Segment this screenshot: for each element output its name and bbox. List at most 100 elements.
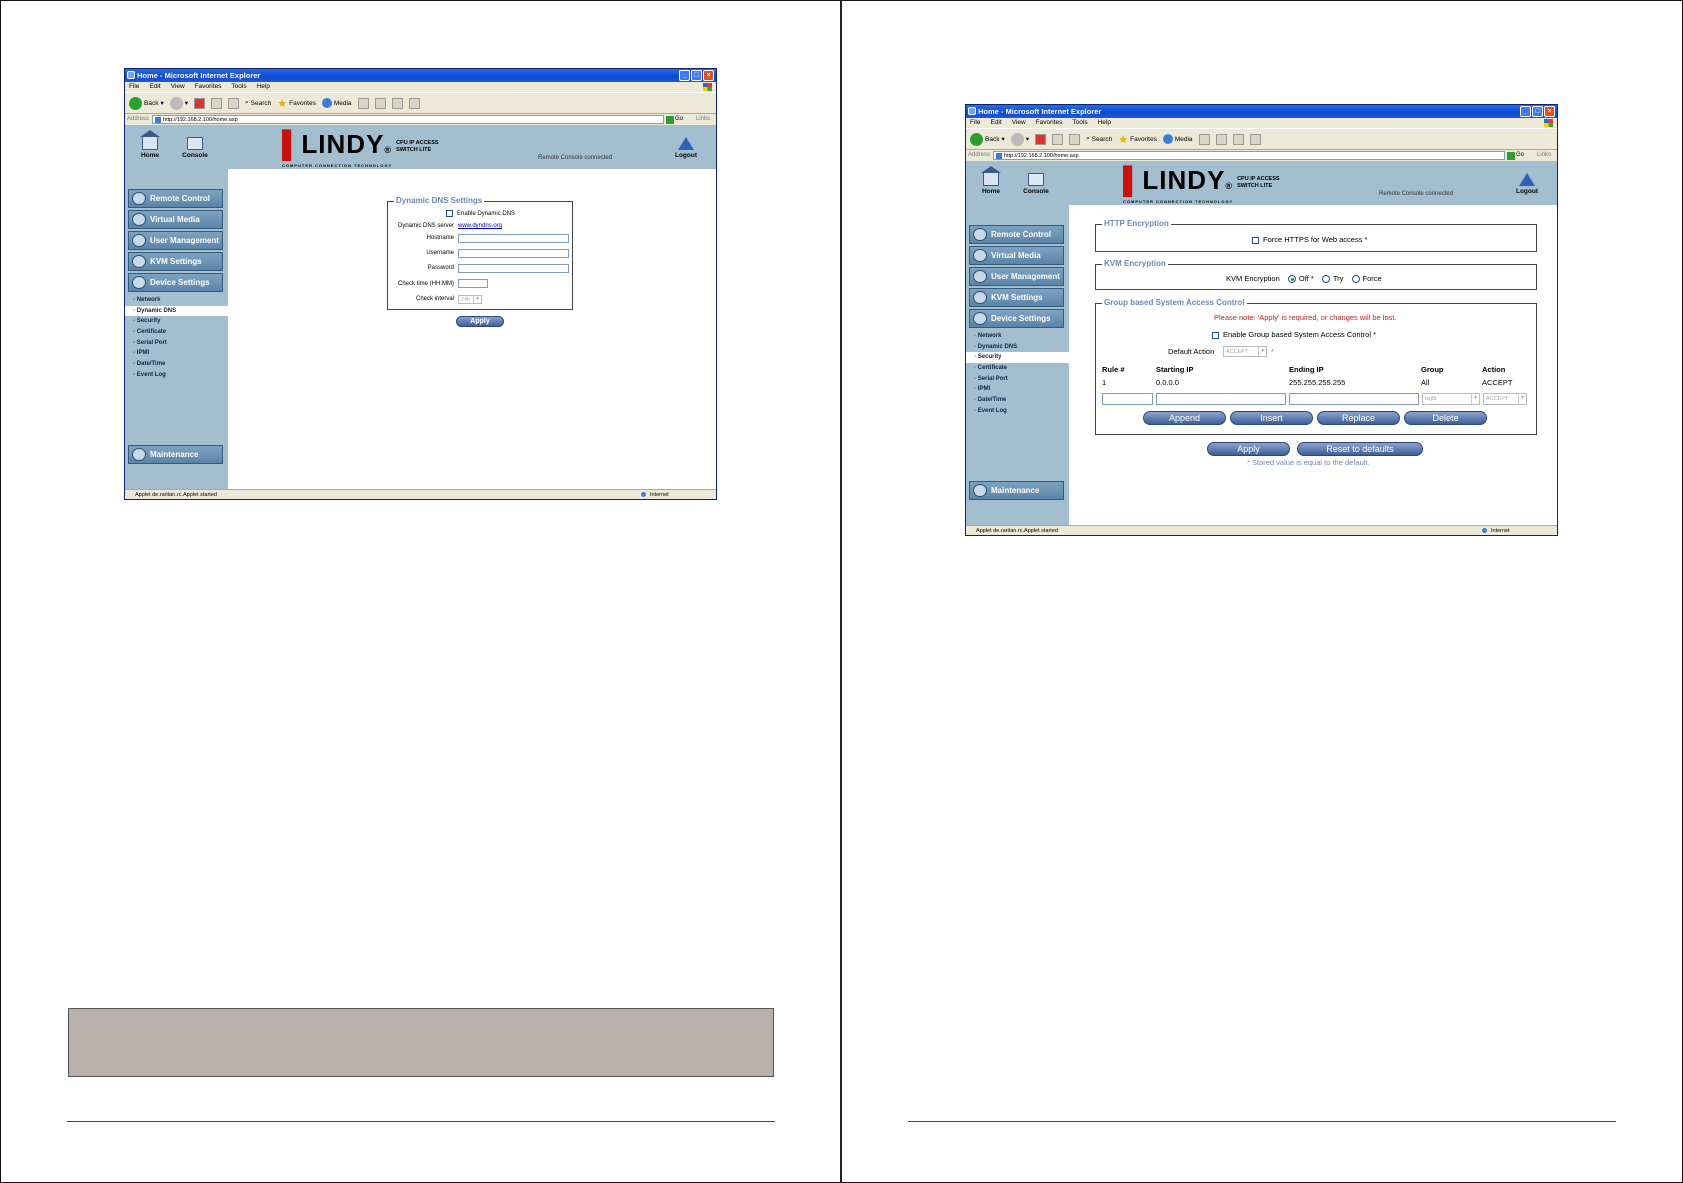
- address-input[interactable]: http://192.168.2.100/home.asp: [993, 151, 1505, 160]
- new-starting-ip-input[interactable]: [1156, 393, 1286, 405]
- stop-icon[interactable]: [1034, 133, 1046, 145]
- new-ending-ip-input[interactable]: [1289, 393, 1419, 405]
- kvm-settings-button[interactable]: KVM Settings: [128, 252, 223, 271]
- stop-icon[interactable]: [193, 97, 205, 109]
- sidebar-item-ipmi[interactable]: IPMI: [966, 384, 1069, 395]
- minimize-button[interactable]: _: [1520, 106, 1531, 117]
- sidebar-item-event-log[interactable]: Event Log: [125, 370, 228, 381]
- maximize-button[interactable]: □: [691, 70, 702, 81]
- back-button[interactable]: Back ▾: [970, 132, 1005, 146]
- sidebar-item-date-time[interactable]: Date/Time: [966, 395, 1069, 406]
- new-group-select[interactable]: lxgfb: [1422, 393, 1480, 405]
- insert-button[interactable]: Insert: [1230, 411, 1313, 425]
- print-icon[interactable]: [1232, 133, 1244, 145]
- links-button[interactable]: Links: [688, 114, 716, 125]
- history-icon[interactable]: [1198, 133, 1210, 145]
- check-interval-select[interactable]: 24h: [458, 295, 482, 304]
- menu-view[interactable]: View: [171, 82, 185, 92]
- edit-icon[interactable]: [1249, 133, 1261, 145]
- kvm-off-radio[interactable]: [1287, 275, 1296, 284]
- minimize-button[interactable]: _: [679, 70, 690, 81]
- home-icon[interactable]: [1068, 133, 1080, 145]
- sidebar-item-security[interactable]: Security: [125, 316, 228, 327]
- home-nav[interactable]: Home: [137, 130, 163, 159]
- search-button[interactable]: ⌕ Search: [1086, 135, 1112, 143]
- enable-gbsac-checkbox[interactable]: [1212, 331, 1219, 339]
- new-rule-input[interactable]: [1102, 393, 1153, 405]
- kvm-try-radio[interactable]: [1321, 275, 1330, 284]
- menu-file[interactable]: File: [970, 118, 980, 128]
- virtual-media-button[interactable]: Virtual Media: [969, 246, 1064, 265]
- go-button[interactable]: Go: [1505, 150, 1529, 161]
- hostname-input[interactable]: [458, 234, 569, 243]
- sidebar-item-serial-port[interactable]: Serial Port: [966, 374, 1069, 385]
- append-button[interactable]: Append: [1143, 411, 1226, 425]
- favorites-button[interactable]: ★ Favorites: [277, 97, 316, 110]
- forward-button[interactable]: ▾: [169, 96, 188, 110]
- apply-button[interactable]: Apply: [1207, 442, 1290, 456]
- menu-edit[interactable]: Edit: [990, 118, 1001, 128]
- default-action-select[interactable]: ACCEPT: [1223, 346, 1267, 357]
- menu-edit[interactable]: Edit: [149, 82, 160, 92]
- sidebar-item-dynamic-dns[interactable]: Dynamic DNS: [125, 305, 228, 317]
- media-button[interactable]: Media: [321, 98, 352, 108]
- home-icon[interactable]: [227, 97, 239, 109]
- kvm-settings-button[interactable]: KVM Settings: [969, 288, 1064, 307]
- maintenance-button[interactable]: Maintenance: [128, 445, 223, 464]
- apply-button[interactable]: Apply: [456, 316, 504, 327]
- menu-favorites[interactable]: Favorites: [195, 82, 222, 92]
- menu-tools[interactable]: Tools: [1072, 118, 1087, 128]
- console-nav[interactable]: Console: [1022, 173, 1050, 195]
- home-nav[interactable]: Home: [978, 166, 1004, 195]
- menu-favorites[interactable]: Favorites: [1036, 118, 1063, 128]
- print-icon[interactable]: [391, 97, 403, 109]
- ddns-server-value[interactable]: www.dyndns.org: [458, 223, 502, 229]
- sidebar-item-event-log[interactable]: Event Log: [966, 406, 1069, 417]
- menu-help[interactable]: Help: [1098, 118, 1111, 128]
- remote-control-button[interactable]: Remote Control: [969, 225, 1064, 244]
- address-input[interactable]: http://192.168.2.100/home.asp: [152, 115, 664, 124]
- menu-tools[interactable]: Tools: [231, 82, 246, 92]
- username-input[interactable]: [458, 249, 569, 258]
- check-time-input[interactable]: [458, 279, 488, 288]
- device-settings-button[interactable]: Device Settings: [969, 309, 1064, 328]
- sidebar-item-date-time[interactable]: Date/Time: [125, 359, 228, 370]
- mail-icon[interactable]: [374, 97, 386, 109]
- virtual-media-button[interactable]: Virtual Media: [128, 210, 223, 229]
- favorites-button[interactable]: ★ Favorites: [1118, 133, 1157, 146]
- sidebar-item-certificate[interactable]: Certificate: [966, 363, 1069, 374]
- delete-button[interactable]: Delete: [1404, 411, 1487, 425]
- logout-nav[interactable]: Logout: [1514, 173, 1540, 195]
- replace-button[interactable]: Replace: [1317, 411, 1400, 425]
- sidebar-item-ipmi[interactable]: IPMI: [125, 348, 228, 359]
- remote-control-button[interactable]: Remote Control: [128, 189, 223, 208]
- refresh-icon[interactable]: [210, 97, 222, 109]
- kvm-force-radio[interactable]: [1351, 275, 1360, 284]
- force-https-checkbox[interactable]: [1252, 236, 1259, 244]
- sidebar-item-network[interactable]: Network: [125, 295, 228, 306]
- forward-button[interactable]: ▾: [1010, 132, 1029, 146]
- history-icon[interactable]: [357, 97, 369, 109]
- reset-defaults-button[interactable]: Reset to defaults: [1297, 442, 1423, 456]
- go-button[interactable]: Go: [664, 114, 688, 125]
- close-button[interactable]: ×: [1544, 106, 1555, 117]
- refresh-icon[interactable]: [1051, 133, 1063, 145]
- user-management-button[interactable]: User Management: [128, 231, 223, 250]
- console-nav[interactable]: Console: [181, 137, 209, 159]
- logout-nav[interactable]: Logout: [673, 137, 699, 159]
- sidebar-item-network[interactable]: Network: [966, 331, 1069, 342]
- back-button[interactable]: Back ▾: [129, 96, 164, 110]
- user-management-button[interactable]: User Management: [969, 267, 1064, 286]
- menu-file[interactable]: File: [129, 82, 139, 92]
- close-button[interactable]: ×: [703, 70, 714, 81]
- media-button[interactable]: Media: [1162, 134, 1193, 144]
- enable-ddns-checkbox[interactable]: [446, 210, 453, 217]
- new-action-select[interactable]: ACCEPT: [1483, 393, 1527, 405]
- password-input[interactable]: [458, 264, 569, 273]
- edit-icon[interactable]: [408, 97, 420, 109]
- menu-view[interactable]: View: [1012, 118, 1026, 128]
- sidebar-item-dynamic-dns[interactable]: Dynamic DNS: [966, 342, 1069, 353]
- mail-icon[interactable]: [1215, 133, 1227, 145]
- maintenance-button[interactable]: Maintenance: [969, 481, 1064, 500]
- sidebar-item-certificate[interactable]: Certificate: [125, 327, 228, 338]
